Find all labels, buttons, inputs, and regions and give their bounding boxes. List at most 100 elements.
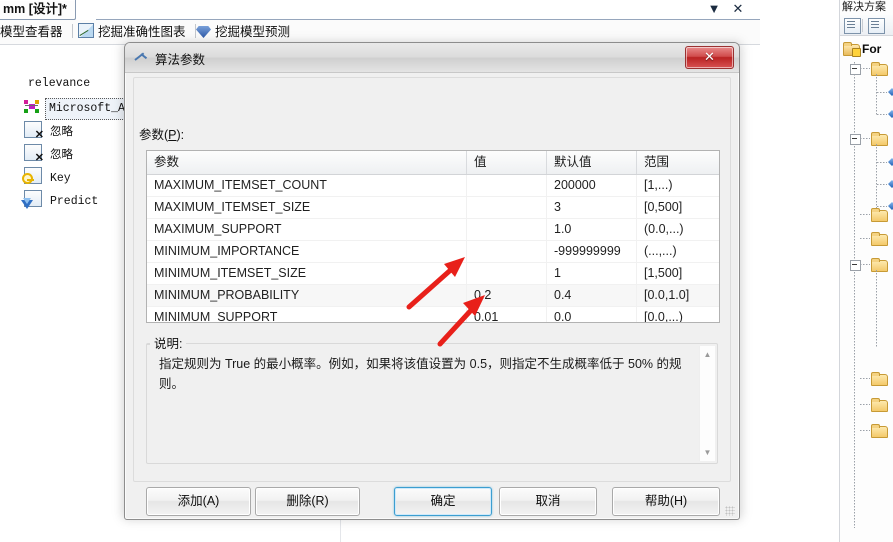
tree-guide-line [860,264,870,265]
folder-icon[interactable] [871,132,888,146]
expander-node-1[interactable] [850,64,861,75]
tree-guide-line [854,62,855,528]
tree-guide-line [860,68,870,69]
item-icon[interactable] [888,202,893,210]
ok-button[interactable]: 确定 [394,487,492,516]
solution-root-node[interactable]: For [843,40,881,58]
tree-guide-line [860,238,870,239]
cell-value[interactable] [467,241,547,262]
scroll-down-icon[interactable]: ▼ [702,447,713,458]
tree-item-key[interactable]: Key [22,167,71,187]
item-icon[interactable] [888,180,893,188]
table-row[interactable]: MINIMUM_PROBABILITY 0.2 0.4 [0.0,1.0] [147,285,719,307]
dialog-close-button[interactable]: ✕ [685,46,734,69]
folder-icon[interactable] [871,62,888,76]
cell-value[interactable]: 0.2 [467,285,547,306]
description-group: 说明: 指定规则为 True 的最小概率。例如，如果将该值设置为 0.5，则指定… [146,333,718,464]
cell-default: 0.0 [547,307,637,322]
description-scrollbar[interactable]: ▲ ▼ [699,346,715,461]
parameters-label-prefix: 参数( [139,128,169,142]
help-button[interactable]: 帮助(H) [612,487,720,516]
refresh-icon[interactable] [868,18,885,34]
cell-parameter-name: MINIMUM_ITEMSET_SIZE [147,263,467,284]
predict-icon [21,190,42,209]
item-icon[interactable] [888,88,893,96]
dialog-title-bar[interactable]: 算法参数 ✕ [125,43,739,73]
algorithm-parameters-dialog: 算法参数 ✕ 参数(P): 参数 值 默认值 范围 MAXIMUM_ITEMSE… [124,42,740,520]
column-header-value[interactable]: 值 [467,151,547,174]
cell-value[interactable] [467,219,547,240]
tree-item-ignore-2[interactable]: 忽略 [24,144,73,164]
table-row[interactable]: MINIMUM_ITEMSET_SIZE 1 [1,500] [147,263,719,285]
cell-value[interactable] [467,175,547,196]
tab-mining-accuracy-chart[interactable]: 挖掘准确性图表 [78,22,202,42]
folder-icon[interactable] [871,398,888,412]
column-header-name[interactable]: 参数 [147,151,467,174]
folder-icon[interactable] [871,424,888,438]
document-tab-strip-filler [96,0,760,20]
parameters-grid[interactable]: 参数 值 默认值 范围 MAXIMUM_ITEMSET_COUNT 200000… [146,150,720,323]
cell-value[interactable] [467,263,547,284]
expander-node-2[interactable] [850,134,861,145]
association-icon [24,99,40,114]
grid-header-row: 参数 值 默认值 范围 [147,151,719,175]
close-icon[interactable]: ✕ [728,1,748,17]
tree-guide-line [860,138,870,139]
properties-icon[interactable] [844,18,861,34]
parameters-label-accesskey: P [168,128,177,142]
table-row[interactable]: MINIMUM_SUPPORT 0.01 0.0 [0.0,...) [147,307,719,323]
tree-item-predict[interactable]: Predict [21,190,98,210]
folder-icon[interactable] [871,232,888,246]
column-header-range[interactable]: 范围 [637,151,719,174]
tab-separator-1 [72,24,73,38]
cell-value[interactable]: 0.01 [467,307,547,322]
document-tab[interactable]: mm [设计]* [0,0,76,20]
cell-parameter-name: MAXIMUM_ITEMSET_COUNT [147,175,467,196]
tree-guide-line [860,404,870,405]
tab-model-viewer-label: 模型查看器 [0,25,63,39]
tree-guide-line [877,162,887,163]
cancel-button[interactable]: 取消 [499,487,597,516]
chart-icon [78,23,94,38]
tree-guide-line [860,378,870,379]
cell-value[interactable] [467,197,547,218]
remove-button[interactable]: 删除(R) [255,487,360,516]
folder-icon[interactable] [871,258,888,272]
solution-explorer-toolbar [840,15,893,36]
tree-item-label: Key [50,172,71,185]
cell-range: [0.0,...) [644,310,683,323]
item-icon[interactable] [888,158,893,166]
tree-guide-line [877,92,887,93]
table-row[interactable]: MAXIMUM_SUPPORT 1.0 (0.0,...) [147,219,719,241]
tab-model-viewer[interactable]: 模型查看器 [0,22,79,42]
column-header-default[interactable]: 默认值 [547,151,637,174]
scroll-up-icon[interactable]: ▲ [702,349,713,360]
cell-range: (0.0,...) [644,222,684,236]
cell-default: 1 [547,263,637,284]
chevron-down-icon[interactable]: ▼ [704,1,724,17]
parameters-label: 参数(P): [139,124,184,143]
editor-caption-buttons: ▼ ✕ [704,1,750,17]
tree-guide-line [860,430,870,431]
cell-range: [1,...) [644,178,673,192]
tree-item-label: 忽略 [50,149,73,162]
table-row[interactable]: MINIMUM_IMPORTANCE -999999999 (...,...) [147,241,719,263]
description-frame: 指定规则为 True 的最小概率。例如，如果将该值设置为 0.5，则指定不生成概… [146,343,718,464]
cell-parameter-name: MAXIMUM_SUPPORT [147,219,467,240]
table-row[interactable]: MAXIMUM_ITEMSET_COUNT 200000 [1,...) [147,175,719,197]
expander-node-3[interactable] [850,260,861,271]
cell-range: [0.0,1.0] [644,288,690,302]
resize-grip[interactable] [725,506,735,516]
table-row[interactable]: MAXIMUM_ITEMSET_SIZE 3 [0,500] [147,197,719,219]
tree-item-ignore-1[interactable]: 忽略 [24,121,73,141]
folder-icon[interactable] [871,372,888,386]
add-button[interactable]: 添加(A) [146,487,251,516]
folder-icon[interactable] [871,208,888,222]
cell-range: [0,500] [644,200,683,214]
tab-mining-model-prediction[interactable]: 挖掘模型预测 [196,22,290,42]
item-icon[interactable] [888,110,893,118]
cell-parameter-name: MINIMUM_IMPORTANCE [147,241,467,262]
cell-parameter-name: MINIMUM_PROBABILITY [147,285,467,306]
tab-mining-model-prediction-label: 挖掘模型预测 [215,25,291,39]
dialog-title: 算法参数 [155,53,206,67]
